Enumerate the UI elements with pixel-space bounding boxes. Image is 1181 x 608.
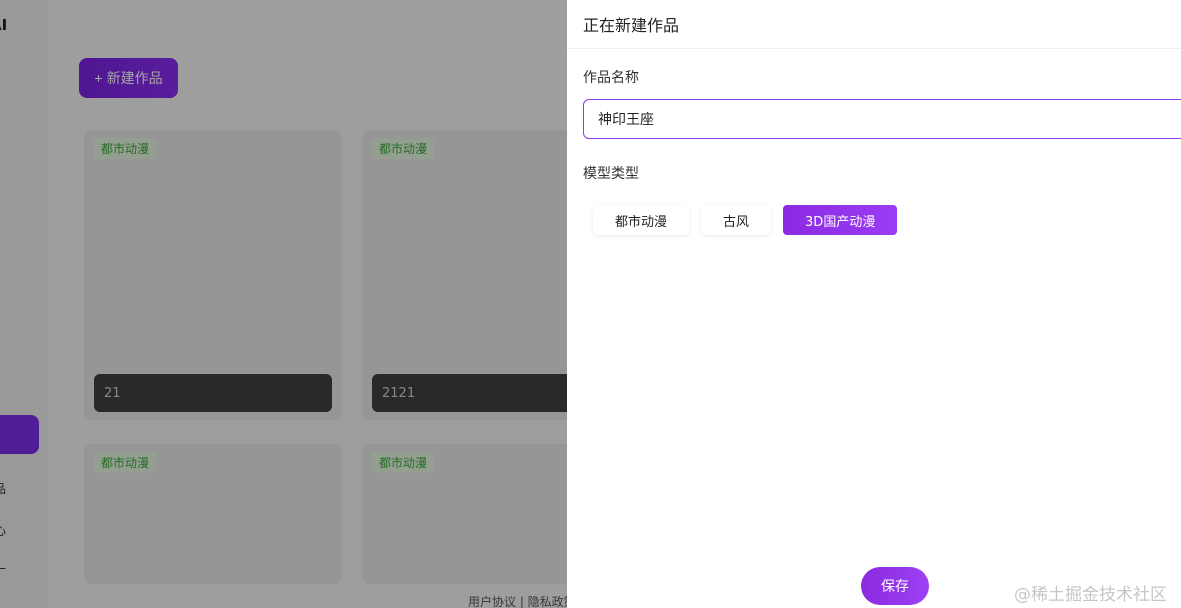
model-type-label: 模型类型 bbox=[583, 166, 639, 182]
model-option-urban-anime[interactable]: 都市动漫 bbox=[593, 205, 690, 235]
drawer-title: 正在新建作品 bbox=[567, 0, 1181, 49]
save-button[interactable]: 保存 bbox=[861, 567, 929, 605]
model-type-options: 都市动漫 古风 3D国产动漫 bbox=[593, 205, 898, 235]
modal-backdrop[interactable] bbox=[0, 0, 567, 608]
new-work-drawer: 正在新建作品 作品名称 模型类型 都市动漫 古风 3D国产动漫 保存 bbox=[567, 0, 1181, 608]
model-option-ancient-style[interactable]: 古风 bbox=[701, 205, 772, 235]
work-name-label: 作品名称 bbox=[583, 70, 639, 86]
work-name-input[interactable] bbox=[583, 99, 1181, 139]
watermark: @稀土掘金技术社区 bbox=[1014, 585, 1167, 605]
model-option-3d-anime[interactable]: 3D国产动漫 bbox=[783, 205, 898, 235]
